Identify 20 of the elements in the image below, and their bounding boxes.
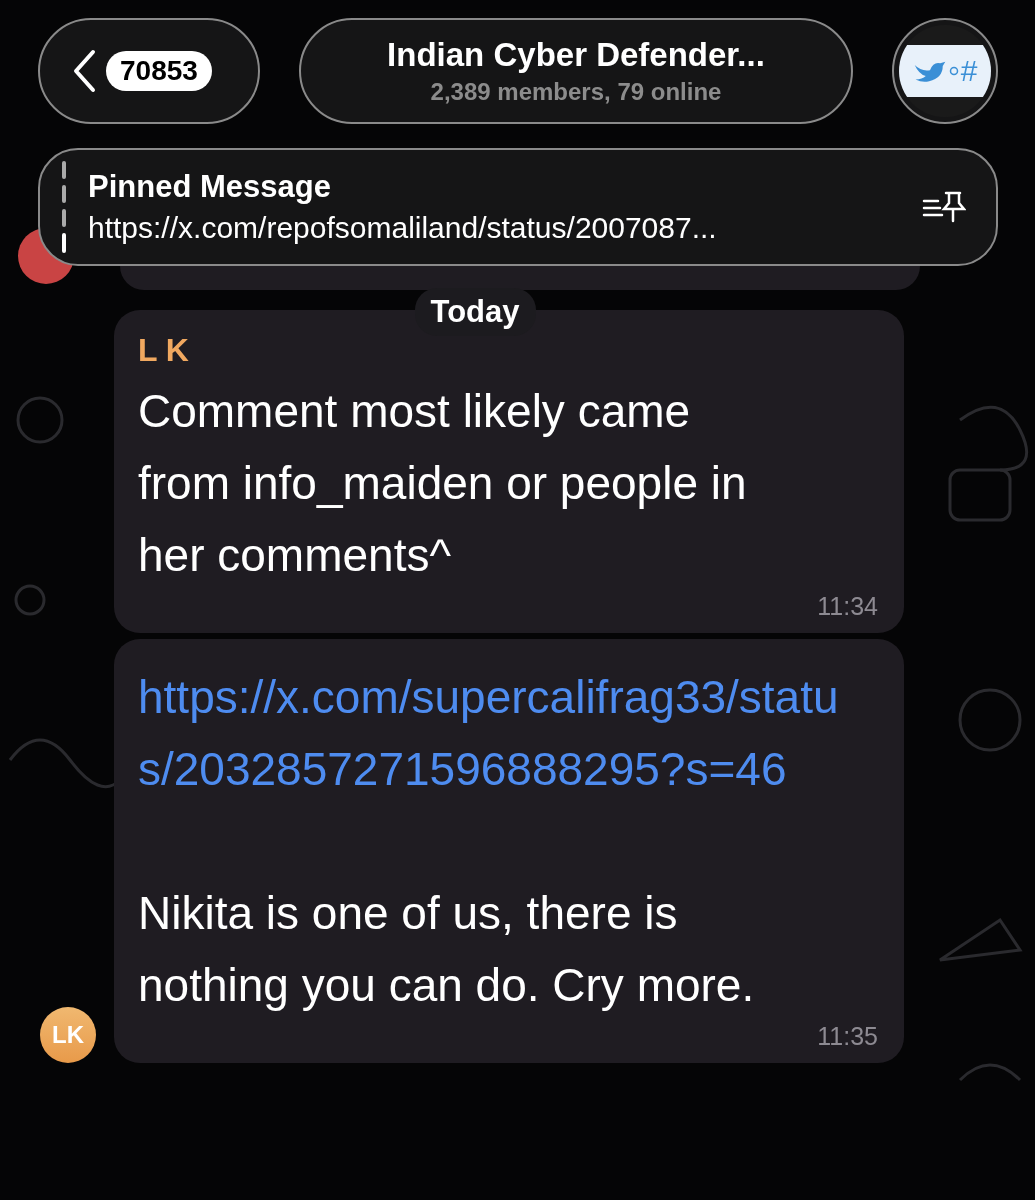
pinned-text: https://x.com/repofsomaliland/status/2007087... (88, 211, 718, 245)
unread-count: 70853 (106, 51, 212, 91)
chat-header[interactable]: Indian Cyber Defender... 2,389 members, 79 online (299, 18, 853, 124)
pin-list-icon[interactable] (922, 189, 966, 225)
dot-icon (948, 66, 959, 76)
message-text: Comment most likely came from info_maiden or people in her comments^ (138, 384, 748, 583)
message-time: 11:35 (817, 1022, 878, 1051)
member-count: 2,389 members, 79 online (430, 78, 722, 106)
pinned-message-bar[interactable]: Pinned Message https://x.com/repofsomaliland/status/2007087... (38, 148, 998, 266)
pin-indicator-icon (62, 161, 66, 253)
pinned-label: Pinned Message (88, 169, 332, 205)
hash-mark: # (960, 54, 978, 88)
date-divider: Today (414, 288, 536, 336)
chat-title: Indian Cyber Defender... (387, 36, 765, 74)
back-button[interactable]: 70853 (38, 18, 260, 124)
sender-name: L K (138, 332, 189, 369)
message-text: Nikita is one of us, there is nothing you can do. Cry more. (138, 886, 756, 1013)
message-time: 11:34 (817, 592, 878, 621)
back-icon (72, 49, 96, 93)
message-link[interactable]: https://x.com/supercalifrag33/status/2032857271596888295?s=46 (138, 661, 858, 805)
